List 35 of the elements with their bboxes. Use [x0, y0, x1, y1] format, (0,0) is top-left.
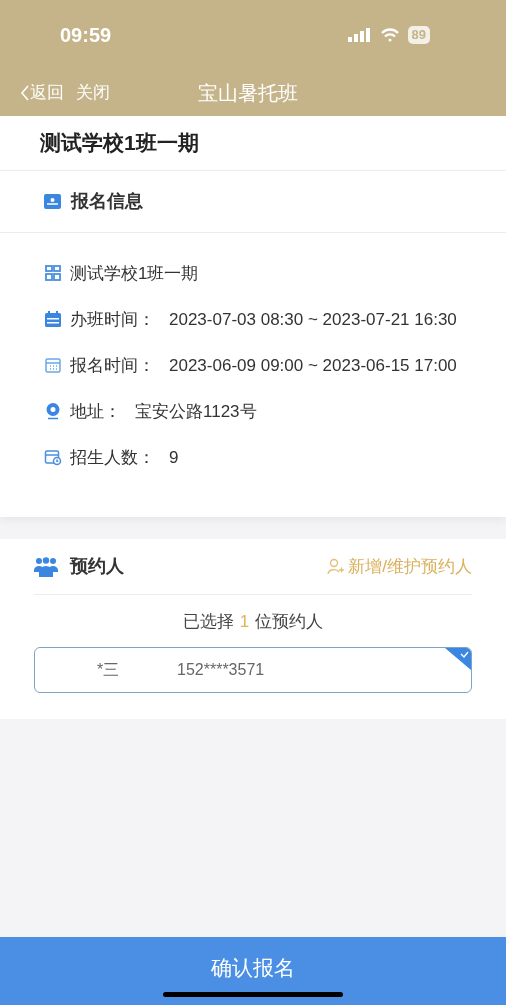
contact-phone: 152****3571	[177, 659, 265, 680]
manage-contacts-link[interactable]: 新增/维护预约人	[327, 553, 472, 580]
back-button[interactable]: 返回	[20, 80, 64, 106]
info-value: 2023-06-09 09:00 ~ 2023-06-15 17:00	[169, 356, 457, 375]
location-pin-icon	[44, 402, 62, 420]
class-title: 测试学校1班一期	[40, 130, 199, 157]
info-label: 招生人数：	[70, 448, 155, 467]
info-value: 9	[169, 448, 179, 467]
calendar-icon	[44, 356, 62, 374]
contact-card[interactable]: *三 152****3571	[34, 646, 472, 693]
people-icon	[34, 556, 58, 577]
signal-icon	[347, 28, 372, 42]
info-value: 宝安公路1123号	[135, 402, 257, 421]
confirm-signup-button[interactable]: 确认报名	[0, 937, 506, 1005]
chevron-left-icon	[20, 84, 30, 102]
info-label: 报名时间：	[70, 356, 155, 375]
section-title: 报名信息	[71, 190, 143, 213]
id-card-icon	[44, 194, 61, 209]
add-person-icon	[327, 558, 345, 575]
calendar-clock-icon	[44, 448, 62, 466]
wifi-icon	[379, 28, 400, 42]
info-value: 2023-07-03 08:30 ~ 2023-07-21 16:30	[169, 310, 457, 329]
selection-summary: 已选择 1 位预约人	[181, 611, 325, 633]
info-label: 办班时间：	[70, 310, 155, 329]
contact-name: *三	[97, 659, 121, 680]
check-corner-icon	[445, 647, 471, 670]
grid-icon	[44, 264, 62, 282]
section-title: 预约人	[70, 555, 124, 578]
info-label: 地址：	[70, 402, 121, 421]
calendar-icon	[44, 310, 62, 328]
close-button[interactable]: 关闭	[76, 80, 110, 106]
page-heading: 宝山暑托班	[198, 81, 298, 106]
battery-indicator: 89	[407, 26, 430, 44]
status-time: 09:59	[60, 23, 112, 48]
info-value: 测试学校1班一期	[70, 264, 199, 283]
